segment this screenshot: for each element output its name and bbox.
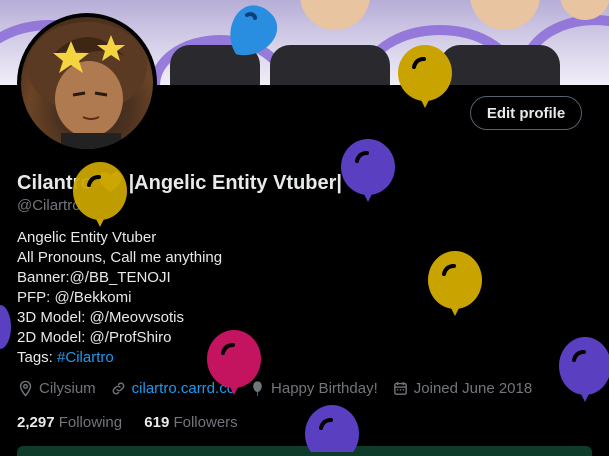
display-name-suffix: |Angelic Entity Vtuber| xyxy=(123,172,343,194)
follow-stats: 2,297 Following 619 Followers xyxy=(17,414,238,431)
purple-balloon-icon xyxy=(305,405,359,452)
3d-model-credit-mention[interactable]: @/Meovvsotis xyxy=(90,309,184,326)
followers-label: Followers xyxy=(173,414,238,431)
edit-profile-button[interactable]: Edit profile xyxy=(470,96,582,130)
bio-line: All Pronouns, Call me anything xyxy=(17,249,223,266)
avatar[interactable] xyxy=(17,13,157,153)
gold-balloon-icon xyxy=(73,162,127,227)
bio-line: 2D Model: @/ProfShiro xyxy=(17,328,222,348)
pink-balloon-icon xyxy=(207,330,261,395)
display-name: Cilantro 💛 |Angelic Entity Vtuber| xyxy=(17,170,342,195)
calendar-icon xyxy=(393,382,407,395)
location-text: Cilysium xyxy=(39,380,96,397)
bio-line: Banner:@/BB_TENOJI xyxy=(17,268,222,288)
bio-line: Tags: #Cilartro xyxy=(17,348,222,368)
bio-prefix: 2D Model: xyxy=(17,329,90,346)
following-link[interactable]: 2,297 Following xyxy=(17,414,122,431)
location: Cilysium xyxy=(17,380,96,397)
bio-prefix: Banner: xyxy=(17,269,70,286)
gold-balloon-icon xyxy=(428,251,482,316)
location-pin-icon xyxy=(19,380,32,397)
join-date: Joined June 2018 xyxy=(392,380,532,397)
following-count: 2,297 xyxy=(17,414,55,431)
avatar-image xyxy=(21,17,153,149)
pfp-credit-mention[interactable]: @/Bekkomi xyxy=(55,289,132,306)
joined-text: Joined June 2018 xyxy=(413,380,533,397)
2d-model-credit-mention[interactable]: @/ProfShiro xyxy=(90,329,172,346)
banner-credit-mention[interactable]: @/BB_TENOJI xyxy=(70,269,171,286)
blue-balloon-icon xyxy=(230,5,277,56)
birthday-text: Happy Birthday! xyxy=(271,380,378,397)
purple-balloon-icon xyxy=(0,305,11,349)
birthday: Happy Birthday! xyxy=(249,380,378,397)
bio-prefix: Tags: xyxy=(17,349,58,366)
hashtag-link[interactable]: #Cilartro xyxy=(57,349,114,366)
followers-link[interactable]: 619 Followers xyxy=(144,414,237,431)
purple-balloon-icon xyxy=(341,139,395,202)
following-label: Following xyxy=(58,414,123,431)
bio-line: 3D Model: @/Meovvsotis xyxy=(17,308,222,328)
bio-line: PFP: @/Bekkomi xyxy=(17,288,222,308)
followers-count: 619 xyxy=(144,414,170,431)
gold-balloon-icon xyxy=(398,45,452,108)
bio-prefix: PFP: xyxy=(17,289,55,306)
profile-bio: Angelic Entity Vtuber All Pronouns, Call… xyxy=(17,228,222,368)
link-icon xyxy=(112,382,125,395)
bio-line: Angelic Entity Vtuber xyxy=(17,229,157,246)
profile-meta: Cilysium cilartro.carrd.co Happy Birthda… xyxy=(17,380,546,397)
purple-balloon-icon xyxy=(559,337,609,402)
bio-prefix: 3D Model: xyxy=(17,309,90,326)
